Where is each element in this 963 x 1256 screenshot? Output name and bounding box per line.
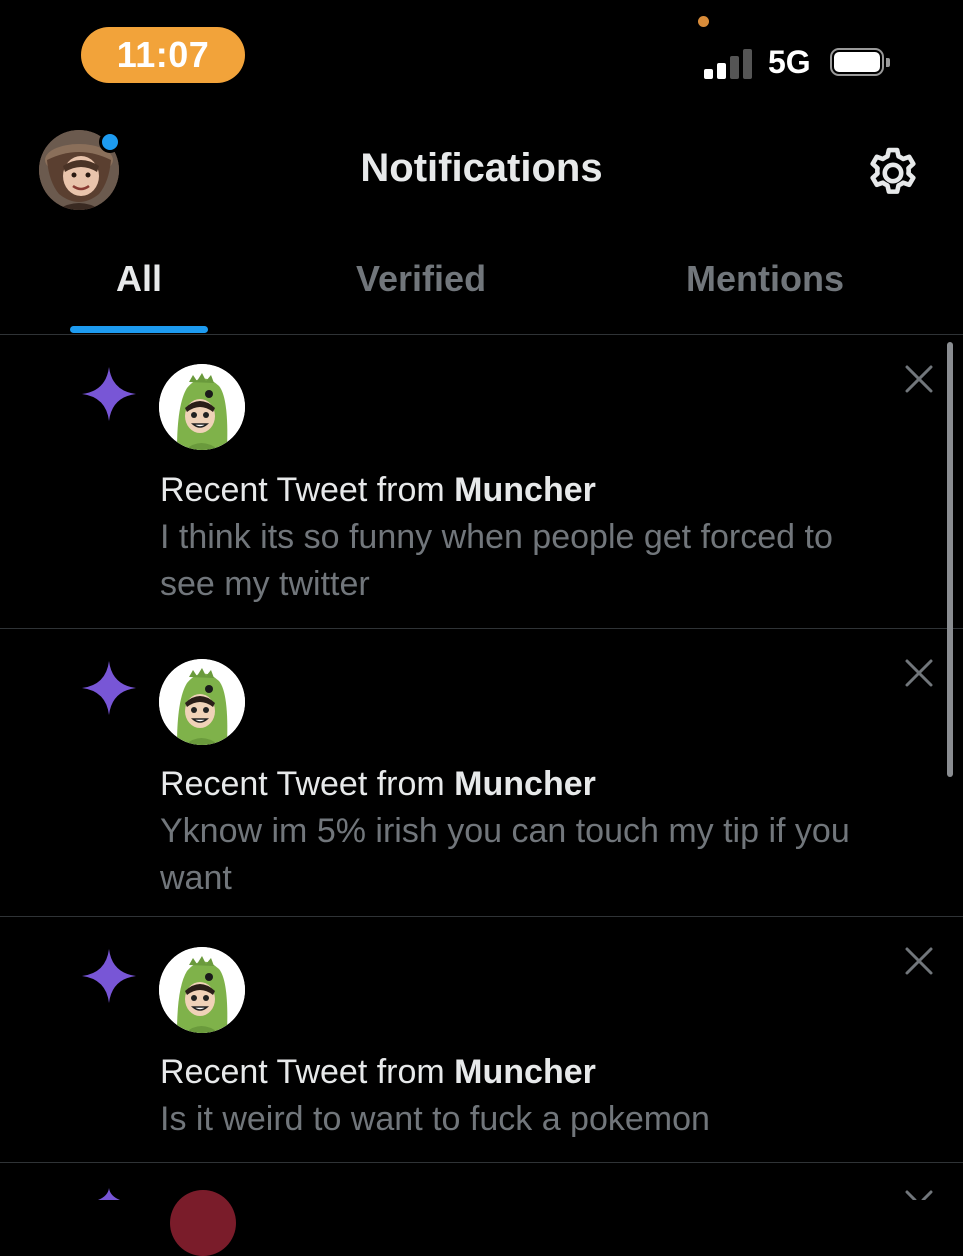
author-name[interactable]: Muncher: [454, 1053, 596, 1091]
sparkle-icon: [98, 1188, 120, 1200]
battery-icon: [830, 48, 890, 78]
notification-tabs: All Verified Mentions: [0, 240, 963, 335]
author-name[interactable]: Muncher: [454, 765, 596, 803]
notification-text: Recent Tweet from Muncher Is it weird to…: [160, 1049, 940, 1143]
status-bar: 11:07 5G: [0, 0, 963, 110]
gear-icon: [870, 147, 916, 194]
notification-item[interactable]: Recent Tweet from Muncher Yknow im 5% ir…: [0, 629, 963, 917]
notification-headline: Recent Tweet from Muncher: [160, 1053, 596, 1091]
tweet-text-line: see my twitter: [160, 565, 370, 603]
tweet-text-line: Yknow im 5% irish you can touch my tip i…: [160, 812, 850, 850]
notification-text: Recent Tweet from Muncher Yknow im 5% ir…: [160, 761, 940, 902]
avatar[interactable]: [159, 947, 245, 1033]
tab-all[interactable]: All: [116, 258, 162, 300]
sparkle-icon: [82, 661, 136, 715]
notification-headline: Recent Tweet from Muncher: [160, 471, 596, 509]
header: Notifications: [0, 110, 963, 230]
avatar[interactable]: [159, 364, 245, 450]
tweet-text-line: want: [160, 859, 232, 897]
sparkle-icon: [82, 949, 136, 1003]
network-type: 5G: [768, 44, 811, 80]
scrollbar[interactable]: [947, 342, 953, 777]
notification-headline: Recent Tweet from Muncher: [160, 765, 596, 803]
page-title: Notifications: [360, 146, 603, 190]
sparkle-icon: [82, 367, 136, 421]
privacy-indicator-dot: [698, 16, 709, 27]
settings-button[interactable]: [864, 144, 922, 202]
close-icon[interactable]: [903, 945, 935, 977]
active-tab-indicator: [70, 326, 208, 333]
cellular-signal-icon: [704, 47, 754, 79]
notification-item[interactable]: Recent Tweet from Muncher Is it weird to…: [0, 917, 963, 1163]
status-time[interactable]: 11:07: [81, 27, 245, 83]
notification-text: Recent Tweet from Muncher I think its so…: [160, 467, 940, 608]
tab-mentions[interactable]: Mentions: [686, 258, 844, 300]
close-icon[interactable]: [903, 363, 935, 395]
close-icon[interactable]: [903, 1188, 935, 1200]
tab-verified[interactable]: Verified: [356, 258, 486, 300]
tweet-text-line: Is it weird to want to fuck a pokemon: [160, 1100, 710, 1138]
close-icon[interactable]: [903, 657, 935, 689]
avatar[interactable]: [159, 659, 245, 745]
notification-item[interactable]: Recent Tweet from Muncher I think its so…: [0, 335, 963, 629]
tweet-text-line: I think its so funny when people get for…: [160, 518, 833, 556]
author-name[interactable]: Muncher: [454, 471, 596, 509]
